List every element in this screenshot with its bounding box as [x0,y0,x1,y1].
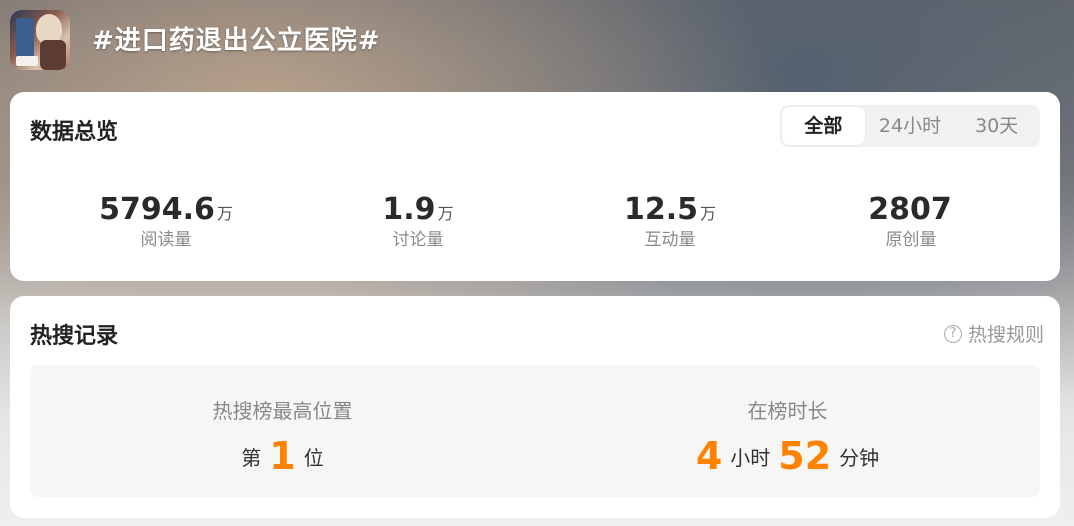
highest-position-label: 热搜榜最高位置 [212,399,353,423]
tab-30d[interactable]: 30天 [955,107,1038,145]
hotsearch-panel: 热搜榜最高位置 第1位 在榜时长 4 小时 52 分钟 [30,365,1040,497]
duration-hours: 4 [695,434,723,478]
stat-interactions: 12.5 万 互动量 [570,192,770,250]
duration-minutes-unit: 分钟 [839,446,880,470]
hotsearch-title: 热搜记录 [30,324,119,349]
stat-value: 1.9 [382,192,436,227]
stat-originals: 2807 原创量 [811,192,1011,250]
stat-label: 阅读量 [140,230,192,250]
stat-label: 原创量 [885,230,937,250]
time-range-tabs: 全部 24小时 30天 [780,105,1040,147]
overview-title: 数据总览 [30,120,119,145]
hotsearch-rules-label: 热搜规则 [967,324,1044,346]
rank-prefix: 第 [241,446,262,470]
topic-title: #进口药退出公立医院# [92,26,381,56]
tab-all[interactable]: 全部 [782,107,865,145]
stat-discussions: 1.9 万 讨论量 [318,192,518,250]
rank-value: 1 [269,434,296,478]
stat-value: 12.5 [623,192,698,227]
stat-label: 互动量 [644,230,696,250]
tab-24h[interactable]: 24小时 [869,107,952,145]
hotsearch-card: 热搜记录 ? 热搜规则 热搜榜最高位置 第1位 在榜时长 4 小时 52 分钟 [10,296,1060,518]
overview-card: 数据总览 全部 24小时 30天 5794.6 万 阅读量 1.9 万 讨论量 12… [10,92,1060,281]
duration-hours-unit: 小时 [730,446,771,470]
stat-label: 讨论量 [392,230,444,250]
stat-unit: 万 [216,204,233,223]
stat-value: 5794.6 [99,192,215,227]
stat-reads: 5794.6 万 阅读量 [66,192,266,250]
stats-row: 5794.6 万 阅读量 1.9 万 讨论量 12.5 万 互动量 2807 原创量 [10,192,1060,262]
question-circle-icon: ? [943,324,962,343]
rank-suffix: 位 [303,446,324,470]
topic-cover-image[interactable] [10,10,70,70]
stat-value: 2807 [868,192,952,227]
stat-unit: 万 [700,204,717,223]
highest-position: 热搜榜最高位置 第1位 [30,365,535,478]
duration-minutes: 52 [778,434,832,478]
topic-header: #进口药退出公立医院# [0,0,1074,84]
duration-on-list: 在榜时长 4 小时 52 分钟 [535,365,1040,478]
duration-label: 在榜时长 [747,399,828,423]
stat-unit: 万 [437,204,454,223]
hotsearch-rules-link[interactable]: ? 热搜规则 [943,320,1044,347]
